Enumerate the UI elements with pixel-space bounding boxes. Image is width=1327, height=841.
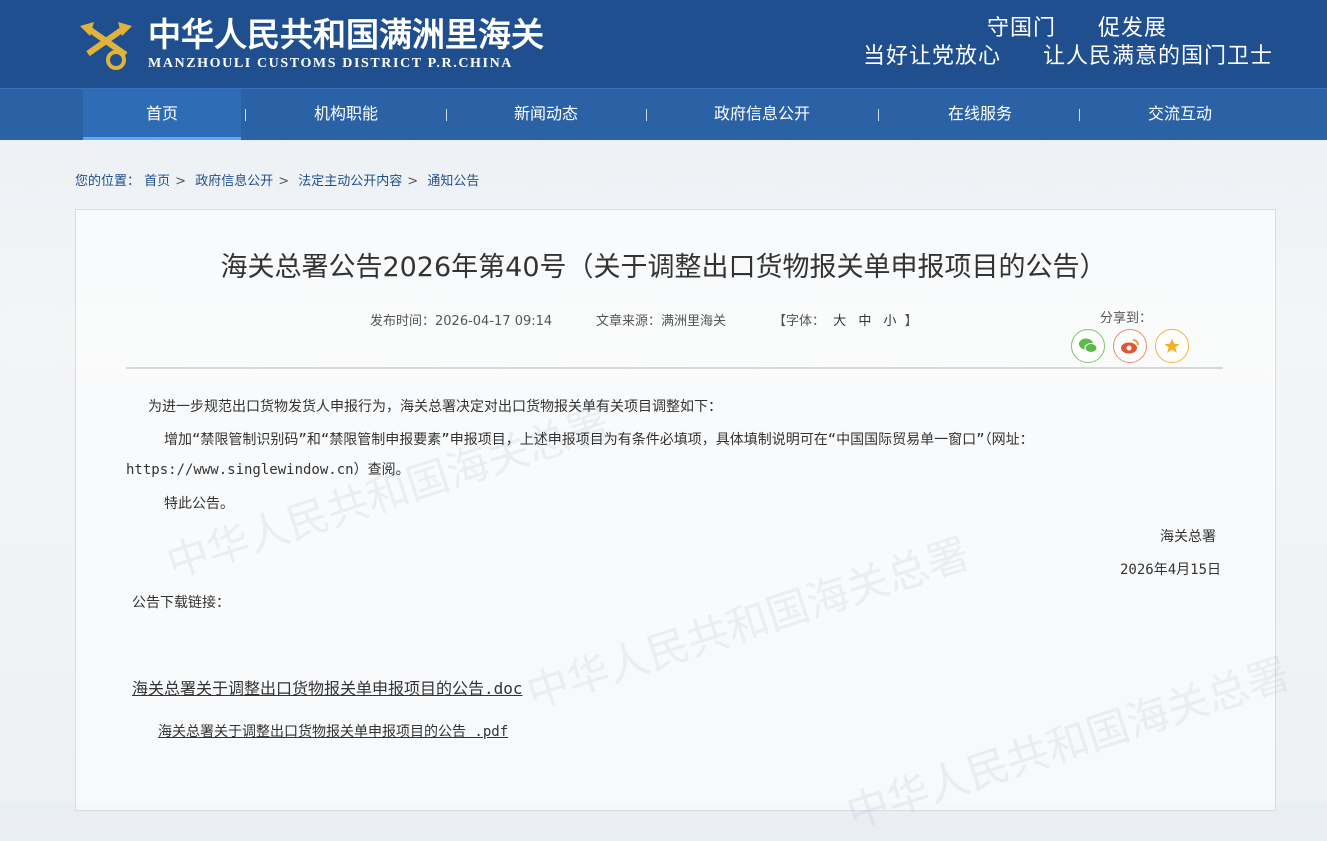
article-paragraph: 增加“禁限管制识别码”和“禁限管制申报要素”申报项目，上述申报项目为有条件必填项… <box>164 432 1034 448</box>
breadcrumb-notices[interactable]: 通知公告 <box>427 174 479 189</box>
title-divider <box>126 367 1223 369</box>
article-date: 2026年4月15日 <box>1120 562 1222 578</box>
breadcrumb-sep: > <box>278 174 290 189</box>
nav-item-online-service[interactable]: 在线服务 <box>910 89 1050 140</box>
source-info: 文章来源：满洲里海关 <box>596 310 726 329</box>
watermark: 中华人民共和国海关总署 <box>160 398 616 589</box>
attachment-pdf-link[interactable]: 海关总署关于调整出口货物报关单申报项目的公告 .pdf <box>158 721 508 741</box>
article-paragraph: https://www.singlewindow.cn）查阅。 <box>126 462 410 478</box>
nav-separator <box>1079 109 1080 121</box>
breadcrumb: 您的位置： 首页 > 政府信息公开 > 法定主动公开内容 > 通知公告 <box>75 170 479 189</box>
nav-item-interaction[interactable]: 交流互动 <box>1110 89 1250 140</box>
site-title-en: MANZHOULI CUSTOMS DISTRICT P.R.CHINA <box>148 56 514 71</box>
font-size-label: 【字体： <box>773 314 826 329</box>
publish-time: 2026-04-17 09:14 <box>435 314 553 329</box>
article-paragraph: 为进一步规范出口货物发货人申报行为，海关总署决定对出口货物报关单有关项目调整如下… <box>148 399 722 415</box>
favorite-star-icon <box>1164 338 1180 353</box>
favorite-share-button[interactable] <box>1155 329 1189 363</box>
share-label: 分享到： <box>1100 311 1153 326</box>
article-title: 海关总署公告2026年第40号（关于调整出口货物报关单申报项目的公告） <box>220 252 1107 283</box>
source-value: 满洲里海关 <box>661 314 727 329</box>
download-label: 公告下载链接： <box>132 595 230 611</box>
attachment-doc-link[interactable]: 海关总署关于调整出口货物报关单申报项目的公告.doc <box>132 675 523 699</box>
weibo-icon <box>1121 339 1139 354</box>
wechat-share-button[interactable] <box>1071 329 1105 363</box>
font-size-small[interactable]: 小 <box>883 314 896 329</box>
font-size-selector: 【字体： 大 中 小 】 <box>773 310 918 329</box>
slogan-text: 让人民满意的国门卫士 <box>1042 44 1273 69</box>
nav-item-gov-info[interactable]: 政府信息公开 <box>692 89 832 140</box>
font-size-large[interactable]: 大 <box>833 314 846 329</box>
site-title-cn[interactable]: 中华人民共和国满洲里海关 <box>148 8 544 56</box>
slogan-line-2: 当好让党放心 让人民满意的国门卫士 <box>863 38 1273 70</box>
watermark: 中华人民共和国海关总署 <box>520 528 976 719</box>
publish-info: 发布时间：2026-04-17 09:14 <box>370 310 552 329</box>
breadcrumb-gov-info[interactable]: 政府信息公开 <box>195 174 273 189</box>
breadcrumb-prefix: 您的位置： <box>75 174 141 189</box>
weibo-share-button[interactable] <box>1113 329 1147 363</box>
breadcrumb-legal-disclosure[interactable]: 法定主动公开内容 <box>298 174 402 189</box>
watermark: 中华人民共和国海关总署 <box>840 648 1296 839</box>
main-nav: 首页 机构职能 新闻动态 政府信息公开 在线服务 交流互动 <box>0 88 1327 140</box>
nav-separator <box>245 109 246 121</box>
source-label: 文章来源： <box>596 314 662 329</box>
font-size-close: 】 <box>904 314 918 329</box>
publish-label: 发布时间： <box>370 314 436 329</box>
font-size-medium[interactable]: 中 <box>858 314 871 329</box>
nav-separator <box>878 109 879 121</box>
wechat-icon <box>1079 338 1098 353</box>
customs-emblem-icon[interactable] <box>76 12 136 72</box>
slogan-text: 当好让党放心 <box>862 44 1001 69</box>
nav-separator <box>446 109 447 121</box>
breadcrumb-home[interactable]: 首页 <box>144 174 170 189</box>
nav-item-news[interactable]: 新闻动态 <box>476 89 616 140</box>
nav-item-home[interactable]: 首页 <box>83 89 241 140</box>
nav-separator <box>646 109 647 121</box>
article-signature: 海关总署 <box>1160 529 1216 545</box>
article-paragraph: 特此公告。 <box>164 496 234 512</box>
site-header: 中华人民共和国满洲里海关 MANZHOULI CUSTOMS DISTRICT … <box>0 0 1327 88</box>
nav-item-functions[interactable]: 机构职能 <box>276 89 416 140</box>
breadcrumb-sep: > <box>175 174 187 189</box>
breadcrumb-sep: > <box>407 174 419 189</box>
